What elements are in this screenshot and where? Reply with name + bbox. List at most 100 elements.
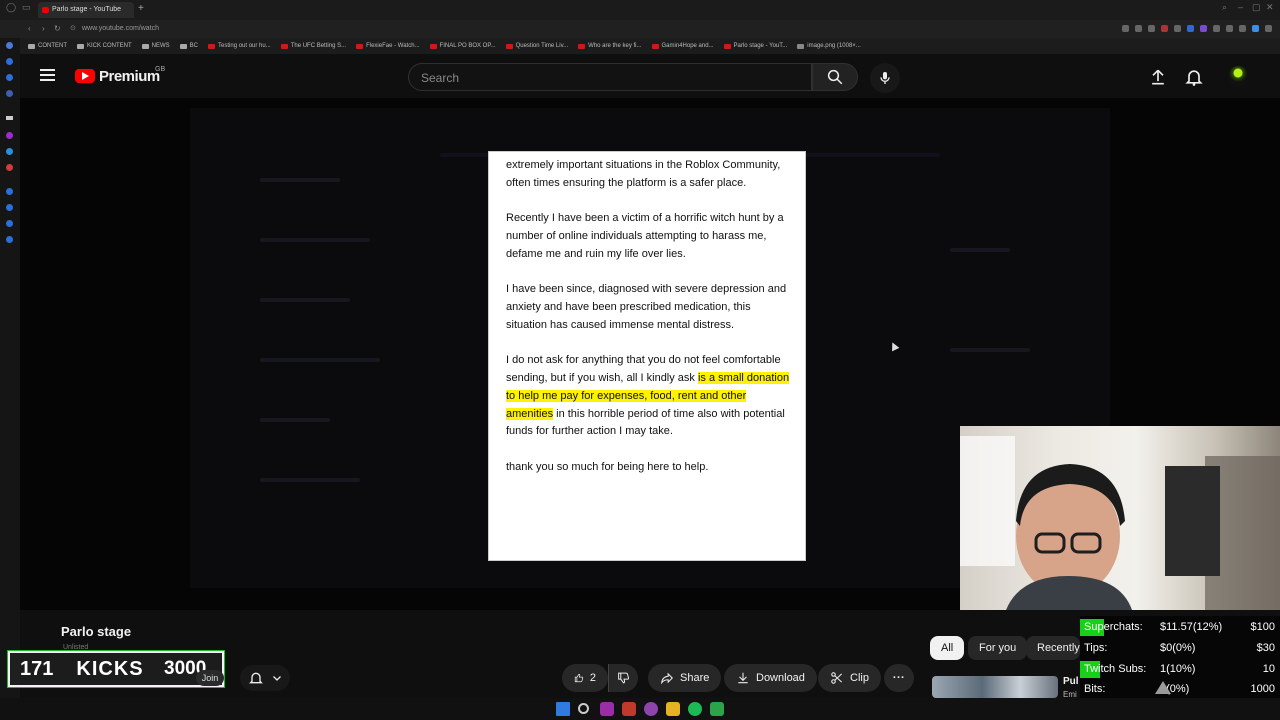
like-button[interactable]: 2 [562, 664, 608, 692]
visibility-badge: Unlisted [63, 644, 89, 651]
document-text: thank you so much for being here to help… [506, 460, 709, 473]
file-explorer-icon[interactable] [666, 702, 680, 716]
dislike-button[interactable] [608, 664, 638, 692]
site-info-icon[interactable]: ⊙ [70, 24, 76, 32]
bookmark-item[interactable]: KICK CONTENT [77, 43, 132, 49]
chip-for-you[interactable]: For you [968, 636, 1028, 660]
upload-icon[interactable] [1148, 67, 1168, 87]
browser-menu-icon[interactable]: ◯ [6, 2, 16, 13]
video-player[interactable]: extremely important situations in the Ro… [20, 98, 1280, 610]
document-paragraph: thank you so much for being here to help… [506, 459, 793, 477]
extension-icon[interactable] [1148, 25, 1155, 32]
chevron-down-icon [273, 676, 281, 681]
spotify-icon[interactable] [688, 702, 702, 716]
next-video-thumbnail[interactable] [932, 676, 1058, 698]
bookmark-item[interactable]: FlexieFae - Watch... [356, 43, 420, 49]
back-icon[interactable]: ‹ [28, 24, 31, 33]
minimize-icon[interactable]: – [1238, 2, 1243, 12]
extension-icon[interactable] [1239, 25, 1246, 32]
bookmark-label: FINAL PO BOX OP... [439, 43, 496, 49]
menu-icon[interactable] [40, 69, 55, 81]
bookmark-item[interactable]: Gamin4Hope and... [651, 43, 714, 49]
chip-all[interactable]: All [930, 636, 965, 660]
sidebar-app-icon[interactable] [6, 220, 13, 227]
extension-icon[interactable] [1200, 25, 1207, 32]
bookmark-item[interactable]: Who are the key fi... [578, 43, 642, 49]
bell-icon[interactable] [1184, 67, 1204, 87]
extension-icon[interactable] [1135, 25, 1142, 32]
new-tab-button[interactable]: + [138, 3, 144, 14]
reload-icon[interactable]: ↻ [54, 24, 61, 33]
tab-list-icon[interactable]: ▭ [22, 2, 31, 13]
start-icon[interactable] [556, 702, 570, 716]
sidebar-app-icon[interactable] [6, 74, 13, 81]
download-button[interactable]: Download [724, 664, 817, 692]
extension-icon[interactable] [1213, 25, 1220, 32]
mic-icon [880, 72, 890, 84]
goal-label: Tips: [1084, 641, 1108, 654]
bookmark-item[interactable]: Question Time Liv... [505, 43, 568, 49]
search-button[interactable] [812, 63, 858, 91]
chip-recently[interactable]: Recently [1026, 636, 1080, 660]
sidebar-app-icon[interactable] [6, 164, 13, 171]
next-video-title[interactable]: Pul [1063, 676, 1079, 687]
bookmark-item[interactable]: Parlo stage - YouT... [723, 43, 787, 49]
share-label: Share [680, 672, 710, 684]
forward-icon[interactable]: › [42, 24, 45, 33]
bookmark-item[interactable]: BC [179, 43, 198, 49]
profile-icon[interactable] [1252, 25, 1259, 32]
folder-icon [141, 43, 149, 49]
search-input[interactable]: Search [408, 63, 812, 91]
sidebar-app-icon[interactable] [6, 58, 13, 65]
youtube-favicon-icon [280, 43, 288, 49]
youtube-favicon-icon [429, 43, 437, 49]
goal-value: 1(10%) [1160, 662, 1196, 675]
logo-text[interactable]: Premium [99, 68, 160, 85]
search-tabs-icon[interactable]: ⌕ [1222, 2, 1227, 13]
sidebar-app-icon[interactable] [6, 188, 13, 195]
taskbar-app-icon[interactable] [710, 702, 724, 716]
document-text: Recently I have been a victim of a horri… [506, 212, 784, 260]
bookmark-item[interactable]: image.png (1008×... [797, 43, 861, 49]
maximize-icon[interactable]: ▢ [1252, 2, 1261, 13]
taskbar-app-icon[interactable] [644, 702, 658, 716]
extension-icon[interactable] [1226, 25, 1233, 32]
sidebar-app-icon[interactable] [6, 132, 13, 139]
bookmark-item[interactable]: CONTENT [28, 43, 67, 49]
bookmark-item[interactable]: FINAL PO BOX OP... [429, 43, 496, 49]
settings-icon[interactable] [1265, 25, 1272, 32]
bookmark-item[interactable]: Testing out our hu... [208, 43, 271, 49]
thumbs-down-icon [618, 672, 630, 684]
avatar[interactable] [1228, 66, 1248, 86]
sidebar-app-icon[interactable] [6, 90, 13, 97]
subscription-bell-button[interactable] [240, 665, 290, 691]
clip-button[interactable]: Clip [818, 664, 881, 692]
goal-row: Twitch Subs: 1(10%) 10 [1080, 660, 1280, 678]
url-field[interactable]: www.youtube.com/watch [82, 25, 159, 32]
document-paragraph: extremely important situations in the Ro… [506, 157, 793, 193]
goal-label: Superchats: [1084, 621, 1143, 633]
extension-icon[interactable] [1174, 25, 1181, 32]
extension-icon[interactable] [1187, 25, 1194, 32]
youtube-logo-icon[interactable] [75, 69, 95, 83]
voice-search-button[interactable] [870, 63, 900, 93]
zoom-icon[interactable] [1122, 25, 1129, 32]
join-button[interactable]: Join [196, 670, 224, 686]
share-button[interactable]: Share [648, 664, 722, 692]
youtube-favicon-icon [356, 43, 364, 49]
taskbar-app-icon[interactable] [600, 702, 614, 716]
bookmark-item[interactable]: NEWS [141, 43, 170, 49]
close-window-icon[interactable]: ✕ [1266, 2, 1274, 13]
sidebar-app-icon[interactable] [6, 204, 13, 211]
sidebar-app-icon[interactable] [6, 116, 13, 120]
more-actions-button[interactable]: ... [884, 664, 914, 692]
browser-tab-active[interactable]: Parlo stage - YouTube [38, 2, 134, 18]
bookmark-label: KICK CONTENT [87, 43, 132, 49]
sidebar-app-icon[interactable] [6, 148, 13, 155]
taskbar-app-icon[interactable] [622, 702, 636, 716]
taskbar-search-icon[interactable] [578, 703, 589, 714]
sidebar-app-icon[interactable] [6, 236, 13, 243]
sidebar-app-icon[interactable] [6, 42, 13, 49]
bookmark-item[interactable]: The UFC Betting S... [280, 43, 346, 49]
extension-icon[interactable] [1161, 25, 1168, 32]
